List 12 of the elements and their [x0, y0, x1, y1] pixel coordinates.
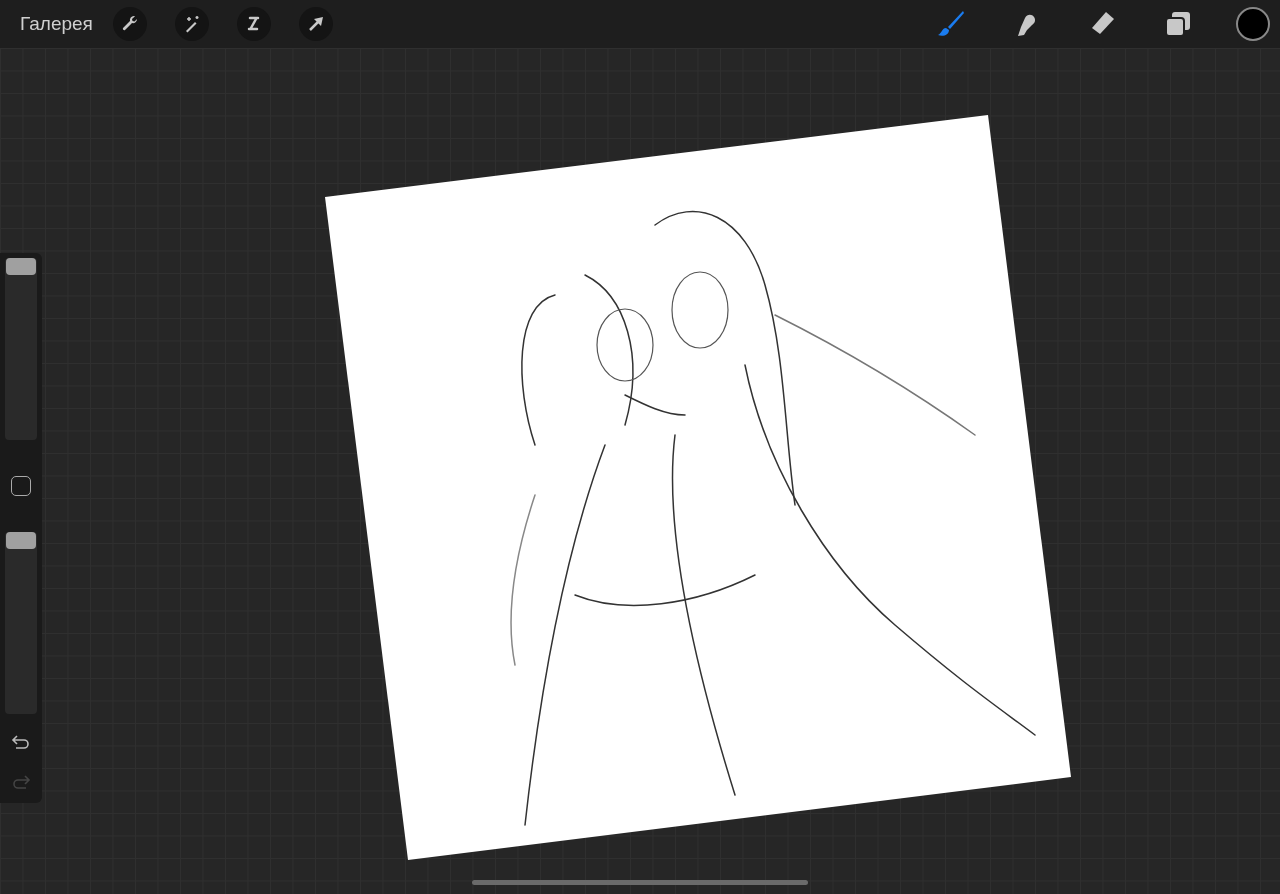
gallery-button[interactable]: Галерея — [20, 13, 93, 35]
modify-button[interactable] — [11, 476, 31, 496]
undo-icon[interactable] — [11, 734, 31, 750]
brush-size-slider[interactable] — [5, 258, 37, 440]
wrench-button[interactable] — [112, 7, 147, 41]
color-swatch[interactable] — [1236, 7, 1270, 41]
opacity-slider[interactable] — [5, 532, 37, 714]
arrow-button[interactable] — [298, 7, 333, 41]
magic-wand-button[interactable] — [174, 7, 209, 41]
selection-button[interactable] — [236, 7, 271, 41]
slider-thumb[interactable] — [6, 258, 36, 275]
slider-thumb[interactable] — [6, 532, 36, 549]
